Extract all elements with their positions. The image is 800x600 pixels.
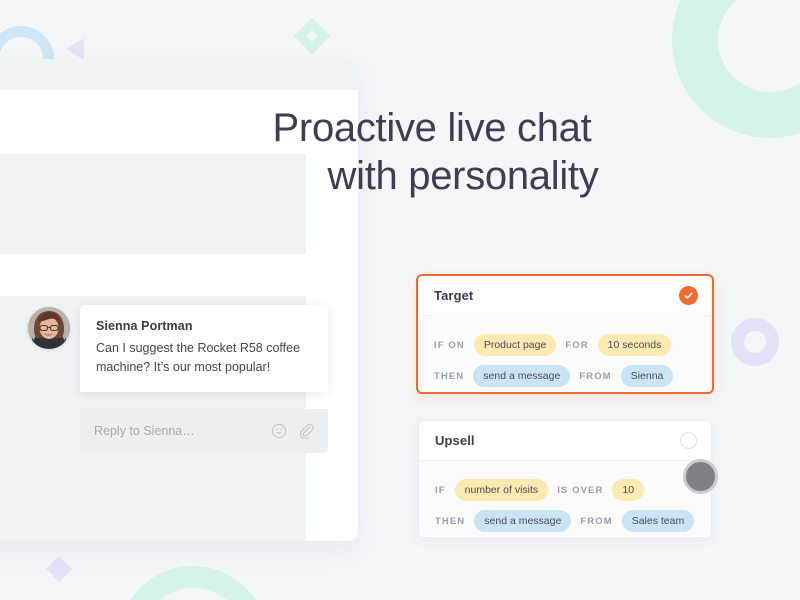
rule-sender-pill[interactable]: Sales team bbox=[621, 510, 695, 532]
rule-label: IS OVER bbox=[557, 484, 604, 496]
check-circle-icon[interactable] bbox=[679, 286, 698, 305]
page-root: Sienna Portman Can I suggest the Rocket … bbox=[0, 0, 800, 600]
rule-label: IF bbox=[435, 484, 446, 496]
chat-reply-actions bbox=[271, 423, 314, 439]
chat-reply-bar[interactable]: Reply to Sienna… bbox=[80, 409, 328, 453]
mint-ring-decoration bbox=[672, 0, 800, 138]
chat-message-text: Can I suggest the Rocket R58 coffee mach… bbox=[96, 341, 301, 374]
rule-row: IF ON Product page FOR 10 seconds bbox=[418, 331, 712, 359]
paperclip-icon[interactable] bbox=[298, 423, 314, 439]
purple-diamond-decoration bbox=[46, 556, 72, 582]
rule-card-title: Upsell bbox=[435, 433, 475, 448]
rule-card-body: IF number of visits IS OVER 10 THEN send… bbox=[419, 461, 711, 536]
rule-label: FROM bbox=[580, 515, 613, 527]
rule-label: THEN bbox=[435, 515, 466, 527]
cursor-indicator bbox=[683, 459, 718, 494]
rule-sender-pill[interactable]: Sienna bbox=[620, 365, 674, 387]
rule-row: THEN send a message FROM Sales team bbox=[419, 507, 711, 535]
chat-widget: Sienna Portman Can I suggest the Rocket … bbox=[28, 305, 333, 455]
rule-threshold-pill[interactable]: 10 bbox=[612, 479, 645, 501]
rule-action-pill[interactable]: send a message bbox=[474, 510, 572, 532]
lavender-ring-decoration bbox=[731, 318, 779, 366]
avatar bbox=[28, 307, 70, 349]
rule-card-body: IF ON Product page FOR 10 seconds THEN s… bbox=[418, 316, 712, 391]
mint-diamond-decoration bbox=[293, 17, 331, 55]
chat-reply-input[interactable]: Reply to Sienna… bbox=[94, 424, 271, 438]
rule-label: THEN bbox=[434, 370, 465, 382]
chat-agent-name: Sienna Portman bbox=[96, 319, 193, 333]
rule-label: FOR bbox=[565, 339, 589, 351]
rule-condition-pill[interactable]: number of visits bbox=[454, 479, 549, 501]
rule-label: FROM bbox=[579, 370, 612, 382]
page-title-line-2: with personality bbox=[327, 154, 599, 198]
page-title: Proactive live chat with personality bbox=[182, 104, 682, 200]
rule-action-pill[interactable]: send a message bbox=[473, 365, 571, 387]
rule-card-upsell[interactable]: Upsell IF number of visits IS OVER 10 TH… bbox=[418, 420, 712, 538]
page-title-line-1: Proactive live chat bbox=[272, 106, 592, 150]
smiley-icon[interactable] bbox=[271, 423, 287, 439]
rule-duration-pill[interactable]: 10 seconds bbox=[597, 334, 672, 356]
chat-message-card: Sienna Portman Can I suggest the Rocket … bbox=[80, 305, 328, 392]
rule-card-title: Target bbox=[434, 288, 474, 303]
rule-label: IF ON bbox=[434, 339, 465, 351]
mint-arc-decoration bbox=[86, 534, 300, 600]
rule-card-target[interactable]: Target IF ON Product page FOR 10 seconds… bbox=[416, 274, 714, 394]
purple-triangle-decoration bbox=[66, 38, 84, 60]
rule-row: THEN send a message FROM Sienna bbox=[418, 362, 712, 390]
rule-card-header: Target bbox=[418, 276, 712, 316]
empty-circle-icon[interactable] bbox=[680, 432, 697, 449]
rule-condition-pill[interactable]: Product page bbox=[473, 334, 557, 356]
rule-row: IF number of visits IS OVER 10 bbox=[419, 476, 711, 504]
rule-card-header: Upsell bbox=[419, 421, 711, 461]
browser-top-bar bbox=[0, 59, 358, 90]
